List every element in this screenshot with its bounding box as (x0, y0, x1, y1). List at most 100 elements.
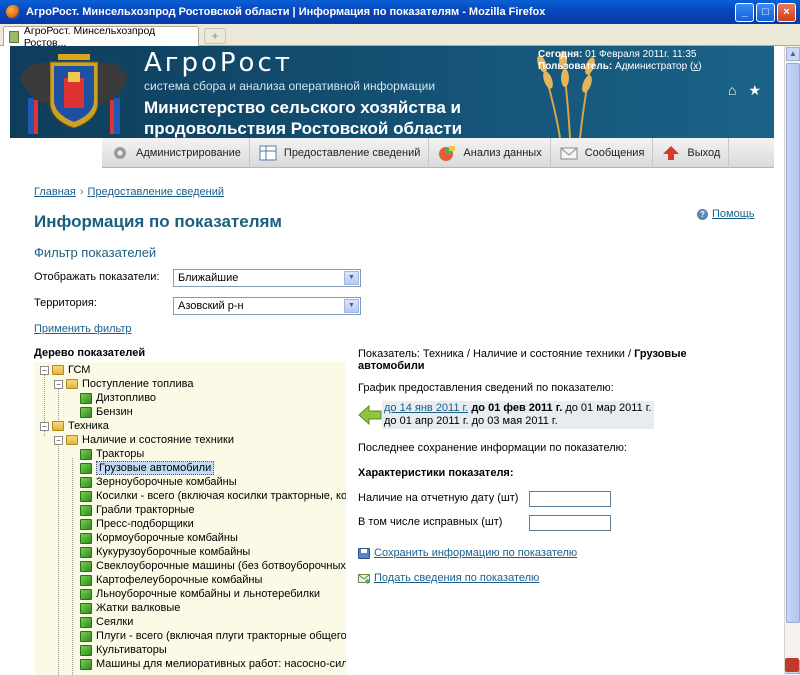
exit-arrow-icon (663, 146, 680, 160)
tree-leaf-node[interactable]: Грабли тракторные (68, 503, 194, 517)
indicator-icon (80, 602, 92, 614)
indicator-icon (80, 518, 92, 530)
tree-node-label: Сеялки (96, 616, 134, 628)
territory-label: Территория: (34, 297, 97, 309)
tree-node-label: Машины для мелиоративных работ: насосно-… (96, 658, 346, 670)
tree-node-label: Льноуборочные комбайны и льнотеребилки (96, 588, 321, 600)
scroll-up-button[interactable]: ▲ (786, 47, 800, 61)
tree-leaf-node[interactable]: Зерноуборочные комбайны (68, 475, 237, 489)
submit-indicator-link[interactable]: Подать сведения по показателю (374, 572, 539, 584)
tree-leaf-node[interactable]: Культиваторы (68, 643, 167, 657)
arrow-left-icon[interactable] (358, 405, 382, 425)
tree-leaf-node[interactable]: Пресс-подборщики (68, 517, 194, 531)
tree-node-label: Жатки валковые (96, 602, 181, 614)
tree-leaf-node[interactable]: Грузовые автомобили (68, 461, 215, 475)
save-indicator-link[interactable]: Сохранить информацию по показателю (374, 547, 577, 559)
tree-node-label: Бензин (96, 406, 133, 418)
breadcrumb-separator: › (79, 186, 84, 198)
characteristics-title: Характеристики показателя: (358, 467, 514, 479)
minimize-button[interactable]: _ (735, 2, 754, 22)
nav-item-admin[interactable]: Администрирование (102, 138, 250, 168)
nav-item-exit[interactable]: Выход (653, 138, 730, 168)
help-link[interactable]: ? Помощь (697, 208, 755, 220)
chart-icon (439, 146, 456, 161)
collapse-toggle-icon[interactable]: − (40, 421, 49, 431)
tree-leaf-node[interactable]: Льноуборочные комбайны и льнотеребилки (68, 587, 320, 601)
territory-select[interactable]: Азовский р-н ▼ (173, 297, 361, 315)
vertical-scrollbar[interactable]: ▲ ▼ (784, 46, 800, 675)
help-icon: ? (697, 208, 708, 220)
envelope-icon (560, 147, 578, 160)
browser-tab-label: АгроРост. Минсельхозпрод Ростов... (23, 24, 156, 49)
new-tab-button[interactable]: + (204, 28, 226, 44)
star-icon[interactable]: ★ (748, 82, 761, 99)
page-content: АгроРост система сбора и анализа операти… (0, 46, 784, 675)
firefox-icon (6, 5, 20, 19)
submit-envelope-icon (358, 573, 370, 584)
field1-input[interactable] (529, 491, 611, 507)
tree-leaf-node[interactable]: Тракторы (68, 447, 144, 461)
scroll-thumb[interactable] (786, 63, 800, 623)
tree-leaf-node[interactable]: Косилки - всего (включая косилки трактор… (68, 489, 346, 503)
collapse-toggle-icon[interactable]: − (40, 365, 49, 375)
save-indicator-action[interactable]: Сохранить информацию по показателю (358, 547, 577, 559)
tree-leaf-node[interactable]: Сеялки (68, 615, 133, 629)
indicator-icon (80, 644, 92, 656)
user-close-paren: ) (698, 61, 702, 72)
tree-leaf-node[interactable]: Бензин (68, 405, 133, 419)
folder-icon (66, 379, 78, 389)
chevron-down-icon[interactable]: ▼ (344, 271, 359, 285)
nav-item-analysis[interactable]: Анализ данных (429, 138, 551, 168)
show-indicators-select[interactable]: Ближайшие ▼ (173, 269, 361, 287)
tree-leaf-node[interactable]: Дизтопливо (68, 391, 156, 405)
tree-node-label: Кукурузоуборочные комбайны (96, 546, 251, 558)
nav-item-label: Выход (687, 147, 721, 159)
tree-node-label: Наличие и состояние техники (82, 434, 234, 446)
home-icon[interactable]: ⌂ (728, 82, 736, 99)
folder-icon (52, 365, 64, 375)
collapse-toggle-icon[interactable]: − (54, 379, 63, 389)
indicator-icon (80, 448, 92, 460)
tree-leaf-node[interactable]: Кукурузоуборочные комбайны (68, 545, 250, 559)
window-titlebar: АгроРост. Минсельхозпрод Ростовской обла… (0, 0, 800, 24)
apply-filter-link[interactable]: Применить фильтр (34, 323, 132, 335)
chevron-down-icon[interactable]: ▼ (344, 299, 359, 313)
nav-item-label: Предоставление сведений (283, 147, 421, 159)
last-save-label: Последнее сохранение информации по показ… (358, 442, 627, 454)
schedule-label: График предоставления сведений по показа… (358, 382, 614, 394)
tree-leaf-node[interactable]: Машины для мелиоративных работ: насосно-… (68, 657, 346, 671)
indicator-icon (80, 574, 92, 586)
tree-leaf-node[interactable]: Жатки валковые (68, 601, 180, 615)
session-info: Сегодня: 01 Февраля 2011г. 11:35 Пользов… (538, 49, 702, 73)
tree-node-label: Дизтопливо (96, 392, 157, 404)
schedule-date-link[interactable]: до 14 янв 2011 г. (384, 402, 468, 414)
filter-title: Фильтр показателей (34, 245, 157, 260)
save-disk-icon (358, 547, 370, 559)
tree-leaf-node[interactable]: Кормоуборочные комбайны (68, 531, 238, 545)
tree-folder-node[interactable]: − Поступление топлива (54, 377, 193, 391)
tree-node-label: Грузовые автомобили (96, 461, 215, 475)
submit-indicator-action[interactable]: Подать сведения по показателю (358, 572, 539, 584)
indicator-icon (80, 490, 92, 502)
tree-leaf-node[interactable]: Картофелеуборочные комбайны (68, 573, 262, 587)
browser-tab[interactable]: АгроРост. Минсельхозпрод Ростов... (3, 24, 199, 49)
tree-folder-node[interactable]: − ГСМ (40, 363, 90, 377)
breadcrumb-current-link[interactable]: Предоставление сведений (88, 186, 225, 198)
collapse-toggle-icon[interactable]: − (54, 435, 63, 445)
field2-input[interactable] (529, 515, 611, 531)
tree-folder-node[interactable]: − Наличие и состояние техники (54, 433, 234, 447)
indicator-icon (80, 658, 92, 670)
tree-leaf-node[interactable]: Свеклоуборочные машины (без ботвоуборочн… (68, 559, 346, 573)
folder-icon (66, 435, 78, 445)
nav-item-label: Администрирование (136, 147, 241, 159)
close-window-button[interactable]: × (777, 2, 796, 22)
indicator-icon (80, 616, 92, 628)
indicator-icon (80, 476, 92, 488)
nav-item-submit[interactable]: Предоставление сведений (250, 138, 430, 168)
tree-folder-node[interactable]: − Техника (40, 419, 109, 433)
tree-leaf-node[interactable]: Плуги - всего (включая плуги тракторные … (68, 629, 346, 643)
breadcrumb-home-link[interactable]: Главная (34, 186, 76, 198)
maximize-button[interactable]: □ (756, 2, 775, 22)
schedule: до 14 янв 2011 г. до 01 фев 2011 г. до 0… (358, 401, 678, 431)
nav-item-messages[interactable]: Сообщения (551, 138, 654, 168)
